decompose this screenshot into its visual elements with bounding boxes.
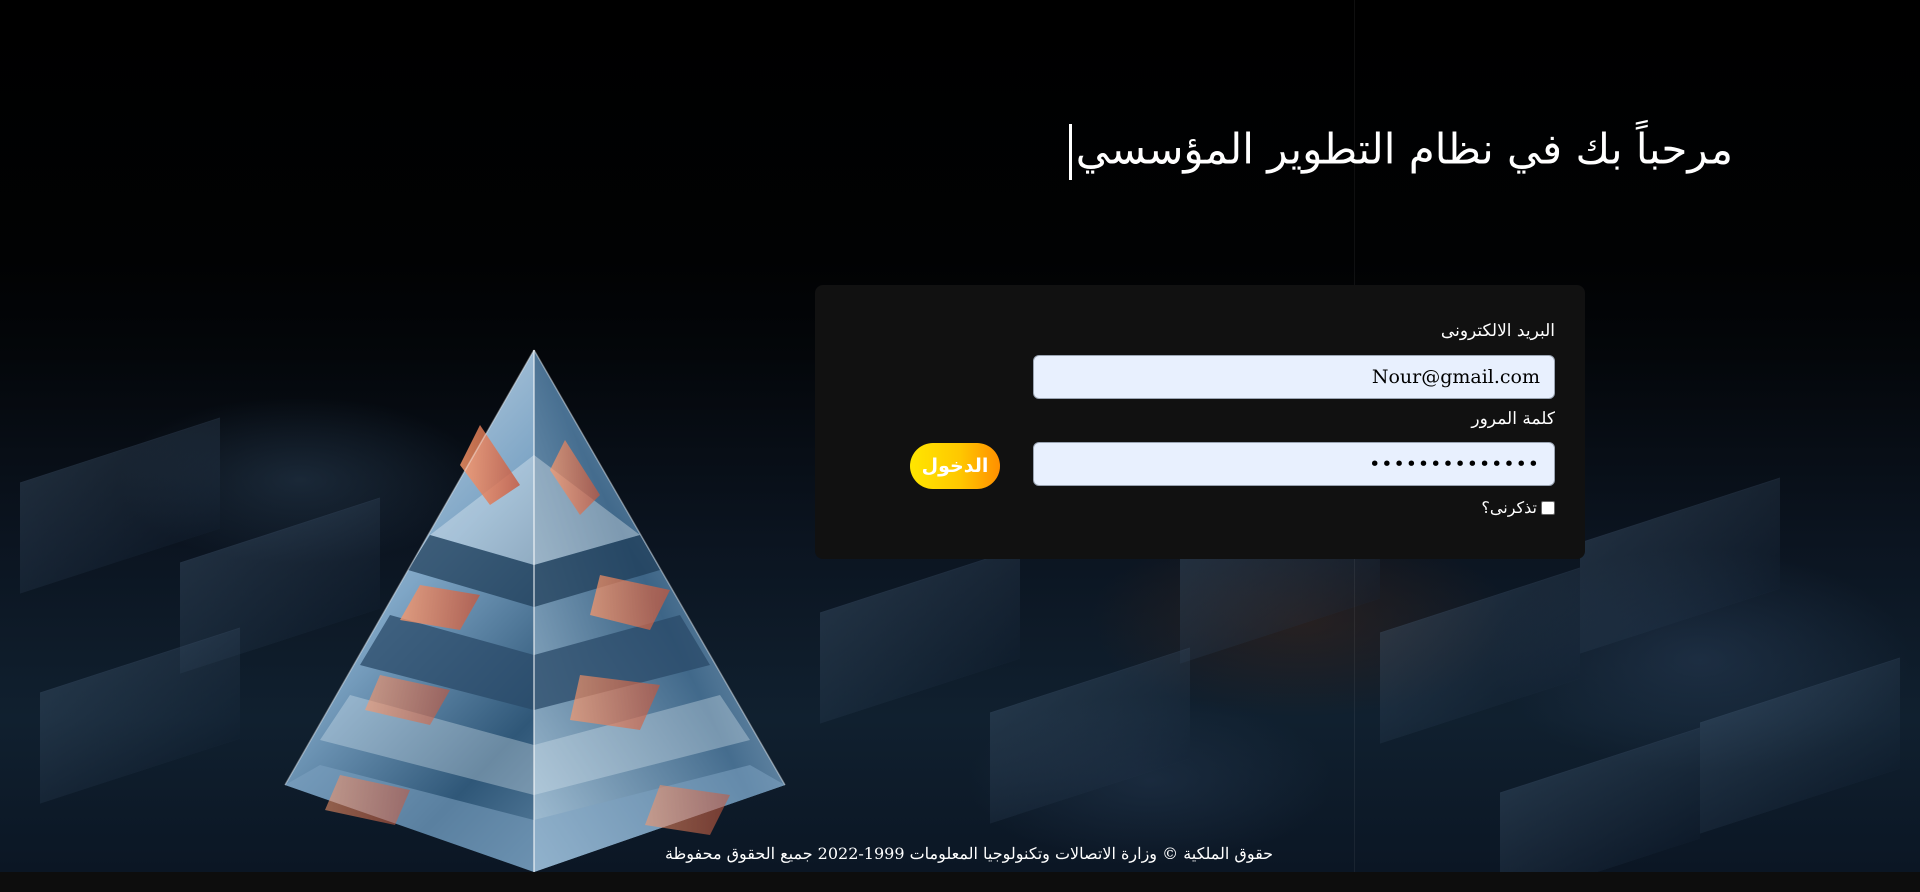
- login-button[interactable]: الدخول: [910, 443, 1000, 489]
- login-card: البريد الالكترونى Nour@gmail.com كلمة ال…: [815, 285, 1585, 559]
- remember-me[interactable]: تذكرنى؟: [1481, 498, 1555, 517]
- remember-label: تذكرنى؟: [1481, 498, 1537, 517]
- bottom-strip: [0, 872, 1920, 892]
- password-field[interactable]: ••••••••••••••: [1033, 442, 1555, 486]
- welcome-title: مرحباً بك في نظام التطوير المؤسسي: [1068, 124, 1733, 180]
- email-label: البريد الالكترونى: [1440, 321, 1555, 341]
- footer-copyright: حقوق الملكية © وزارة الاتصالات وتكنولوجي…: [664, 844, 1274, 863]
- text-cursor: [1068, 124, 1072, 180]
- password-label: كلمة المرور: [1471, 409, 1555, 429]
- login-page: مرحباً بك في نظام التطوير المؤسسي البريد…: [0, 0, 1920, 892]
- remember-checkbox[interactable]: [1541, 500, 1555, 515]
- crystal-pyramid-image: [284, 349, 786, 872]
- welcome-title-text: مرحباً بك في نظام التطوير المؤسسي: [1075, 124, 1733, 174]
- email-field[interactable]: Nour@gmail.com: [1033, 355, 1555, 399]
- footer: حقوق الملكية © وزارة الاتصالات وتكنولوجي…: [0, 844, 1920, 863]
